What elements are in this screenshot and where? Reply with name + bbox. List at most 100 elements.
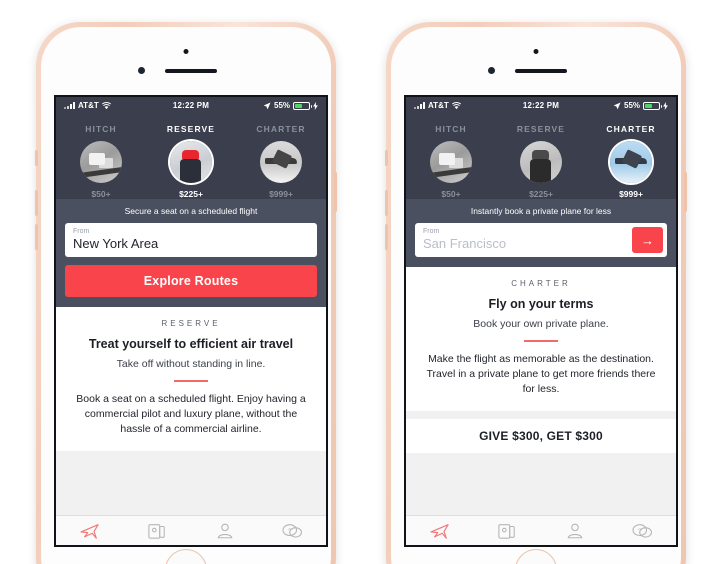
battery-percent-label: 55% xyxy=(274,101,291,110)
reserve-seat-avatar xyxy=(170,141,212,183)
chat-help-icon: ? xyxy=(282,523,303,538)
mode-charter[interactable]: CHARTER $999+ xyxy=(236,124,326,199)
volume-up-button[interactable] xyxy=(385,190,388,216)
search-input[interactable]: From San Francisco xyxy=(415,223,628,257)
home-button[interactable] xyxy=(515,549,557,564)
earpiece-speaker-icon xyxy=(165,69,217,73)
from-label: From xyxy=(73,228,90,235)
proximity-sensor-icon xyxy=(138,67,145,74)
info-card: RESERVE Treat yourself to efficient air … xyxy=(56,307,326,451)
volume-down-button[interactable] xyxy=(385,224,388,250)
from-value: San Francisco xyxy=(423,236,507,251)
card-eyebrow: CHARTER xyxy=(511,279,571,288)
mode-charter[interactable]: CHARTER $999+ xyxy=(586,124,676,199)
search-input[interactable]: From New York Area xyxy=(65,223,317,257)
mode-reserve[interactable]: RESERVE $225+ xyxy=(146,124,236,199)
front-camera-icon xyxy=(183,49,189,54)
status-bar-left: AT&T xyxy=(64,101,173,110)
status-bar-left: AT&T xyxy=(414,101,523,110)
bottom-tab-bar: ? xyxy=(406,515,676,545)
card-subtitle: Book your own private plane. xyxy=(473,318,609,330)
mode-charter-price: $999+ xyxy=(619,189,643,199)
mode-hitch[interactable]: HITCH $50+ xyxy=(406,124,496,199)
explore-routes-button[interactable]: Explore Routes xyxy=(65,265,317,297)
status-bar: AT&T 12:22 PM 55% xyxy=(406,97,676,114)
info-card: CHARTER Fly on your terms Book your own … xyxy=(406,267,676,411)
proximity-sensor-icon xyxy=(488,67,495,74)
mode-charter-price: $999+ xyxy=(269,189,293,199)
content-area: CHARTER Fly on your terms Book your own … xyxy=(406,267,676,453)
phone-device-left: AT&T 12:22 PM 55% HITCH $50+ RESERVE $22… xyxy=(35,22,337,564)
airplane-icon xyxy=(80,523,99,539)
mute-switch[interactable] xyxy=(35,150,38,166)
mode-hitch-label: HITCH xyxy=(435,124,467,134)
person-icon xyxy=(217,523,233,538)
mode-selector-hero: HITCH $50+ RESERVE $225+ CHARTER $999+ xyxy=(56,114,326,199)
tab-profile[interactable] xyxy=(541,522,609,540)
tab-flights[interactable] xyxy=(406,522,474,540)
tab-support[interactable]: ? xyxy=(259,522,327,540)
search-band: Secure a seat on a scheduled flight From… xyxy=(56,199,326,307)
location-arrow-icon xyxy=(613,101,621,109)
svg-text:?: ? xyxy=(638,527,642,534)
volume-up-button[interactable] xyxy=(35,190,38,216)
volume-down-button[interactable] xyxy=(35,224,38,250)
earpiece-speaker-icon xyxy=(515,69,567,73)
mode-hitch-price: $50+ xyxy=(91,189,111,199)
screenshot-stage: AT&T 12:22 PM 55% HITCH $50+ RESERVE $22… xyxy=(0,0,722,564)
mode-charter-label: CHARTER xyxy=(256,124,306,134)
mode-reserve[interactable]: RESERVE $225+ xyxy=(496,124,586,199)
from-label: From xyxy=(423,228,440,235)
battery-icon xyxy=(643,101,663,110)
airplane-icon xyxy=(430,523,449,539)
carrier-label: AT&T xyxy=(428,101,449,110)
power-button[interactable] xyxy=(334,172,337,212)
tab-profile[interactable] xyxy=(191,522,259,540)
phone-bezel-right: AT&T 12:22 PM 55% HITCH $50+ RESERVE $22… xyxy=(391,27,681,564)
mode-list: HITCH $50+ RESERVE $225+ CHARTER $999+ xyxy=(406,124,676,199)
mute-switch[interactable] xyxy=(385,150,388,166)
from-field-wrapper[interactable]: From San Francisco → xyxy=(415,223,667,257)
signal-bars-icon xyxy=(64,102,75,109)
tab-cards[interactable] xyxy=(474,522,542,540)
status-bar-right: 55% xyxy=(209,101,318,110)
screen-reserve: AT&T 12:22 PM 55% HITCH $50+ RESERVE $22… xyxy=(54,95,328,547)
location-arrow-icon xyxy=(263,101,271,109)
phone-bezel-left: AT&T 12:22 PM 55% HITCH $50+ RESERVE $22… xyxy=(41,27,331,564)
chat-help-icon: ? xyxy=(632,523,653,538)
card-title: Fly on your terms xyxy=(488,297,594,311)
signal-bars-icon xyxy=(414,102,425,109)
referral-promo-button[interactable]: GIVE $300, GET $300 xyxy=(406,418,676,453)
card-body: Make the flight as memorable as the dest… xyxy=(426,353,656,395)
power-button[interactable] xyxy=(684,172,687,212)
cards-icon xyxy=(498,523,515,539)
tab-support[interactable]: ? xyxy=(609,522,677,540)
from-field-wrapper[interactable]: From New York Area xyxy=(65,223,317,257)
mode-selector-hero: HITCH $50+ RESERVE $225+ CHARTER $999+ xyxy=(406,114,676,199)
tab-flights[interactable] xyxy=(56,522,124,540)
tab-cards[interactable] xyxy=(124,522,192,540)
front-camera-icon xyxy=(533,49,539,54)
reserve-seat-avatar xyxy=(520,141,562,183)
go-button[interactable]: → xyxy=(632,227,663,253)
wifi-icon xyxy=(101,101,111,109)
from-value: New York Area xyxy=(73,236,159,251)
search-band: Instantly book a private plane for less … xyxy=(406,199,676,267)
home-button[interactable] xyxy=(165,549,207,564)
clock-label: 12:22 PM xyxy=(172,101,210,110)
card-title: Treat yourself to efficient air travel xyxy=(88,337,294,351)
cards-icon xyxy=(148,523,165,539)
person-icon xyxy=(567,523,583,538)
mode-hitch[interactable]: HITCH $50+ xyxy=(56,124,146,199)
card-eyebrow: RESERVE xyxy=(161,319,221,328)
lightning-bolt-icon xyxy=(663,101,668,110)
mode-reserve-price: $225+ xyxy=(529,189,553,199)
mode-hitch-price: $50+ xyxy=(441,189,461,199)
divider-rule xyxy=(524,340,558,342)
card-subtitle: Take off without standing in line. xyxy=(116,358,266,370)
tagline: Secure a seat on a scheduled flight xyxy=(124,206,258,216)
hitch-avatar xyxy=(430,141,472,183)
status-bar-right: 55% xyxy=(559,101,668,110)
bottom-tab-bar: ? xyxy=(56,515,326,545)
content-area: RESERVE Treat yourself to efficient air … xyxy=(56,307,326,451)
